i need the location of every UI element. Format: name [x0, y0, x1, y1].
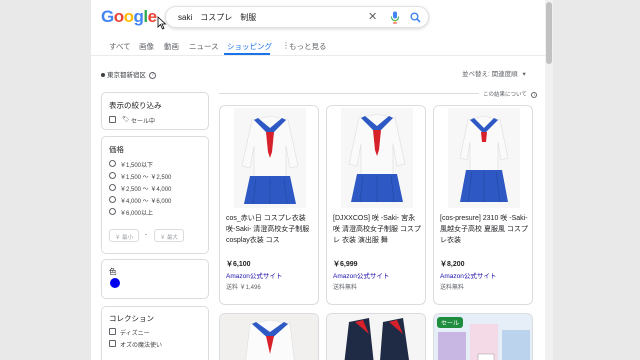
product-card[interactable]: [DJXXCOS] 咲 -Saki- 宮永 咲 清澄高校女子制服 コスプレ 衣装… [326, 105, 426, 305]
product-store[interactable]: Amazon公式サイト [440, 270, 496, 280]
product-image[interactable] [327, 106, 425, 210]
logo-letter: o [113, 7, 124, 26]
price-option[interactable]: ￥2,500 ～ ￥4,000 [120, 184, 171, 193]
collection-option[interactable]: ディズニー [120, 328, 150, 337]
search-tabs: すべて 画像 動画 ニュース ショッピング ⋮ もっと見る [91, 36, 553, 56]
price-max-input[interactable]: ￥ 最大 [154, 229, 184, 242]
product-card[interactable]: セール [433, 313, 533, 360]
collection-checkbox[interactable] [109, 328, 116, 335]
price-min-input[interactable]: ￥ 最小 [109, 229, 139, 242]
location-text: 東京都新宿区 [107, 72, 146, 79]
collection-option[interactable]: オズの魔法使い [120, 340, 162, 349]
filter-title-display: 表示の絞り込み [109, 101, 162, 110]
product-shipping: 送料無料 [333, 285, 358, 291]
logo-letter: e [147, 7, 157, 26]
price-option[interactable]: ￥1,500以下 [120, 160, 153, 169]
sort-dropdown[interactable]: 並べ替え: 関連度順 ▾ [462, 68, 526, 78]
product-card[interactable] [326, 313, 426, 360]
product-title[interactable]: [DJXXCOS] 咲 -Saki- 宮永 咲 清澄高校女子制服 コスプレ 衣装… [333, 213, 421, 246]
filter-title-price: 価格 [109, 145, 124, 154]
search-icon[interactable] [410, 12, 421, 23]
uniform-image [341, 108, 413, 208]
divider [219, 93, 479, 94]
location-label: 東京都新宿区? [101, 69, 156, 79]
info-icon[interactable]: ? [149, 71, 156, 79]
filter-panel-collection: コレクション ディズニー オズの魔法使い [101, 306, 209, 360]
price-radio[interactable] [109, 196, 116, 203]
tab-images[interactable]: 画像 [139, 41, 154, 52]
product-price: ￥6,999 [333, 261, 358, 268]
caret-down-icon: ▾ [522, 71, 526, 78]
product-card[interactable] [219, 313, 319, 360]
tab-shopping[interactable]: ショッピング [227, 41, 272, 52]
filter-title-collection: コレクション [109, 314, 154, 323]
info-icon: i [531, 91, 538, 98]
product-store[interactable]: Amazon公式サイト [226, 270, 282, 280]
product-card[interactable]: [cos-presure] 2310 咲 -Saki- 風越女子高校 夏服風 コ… [433, 105, 533, 305]
filter-panel-display: 表示の絞り込み 🏷 セール中 [101, 92, 209, 130]
microphone-icon[interactable] [390, 11, 400, 24]
tab-news[interactable]: ニュース [189, 41, 219, 52]
price-radio[interactable] [109, 184, 116, 191]
product-image[interactable] [220, 106, 318, 210]
product-image[interactable] [434, 106, 532, 210]
product-shipping: 送料 ￥1,496 [226, 285, 261, 291]
active-tab-indicator [224, 53, 270, 55]
logo-letter: o [123, 7, 134, 26]
price-radio[interactable] [109, 172, 116, 179]
sale-label: セール中 [131, 119, 156, 125]
price-option[interactable]: ￥1,500 ～ ￥2,500 [120, 172, 171, 181]
product-title[interactable]: cos_赤い日 コスプレ衣装 咲-Saki- 清澄高校女子制服 cosplay衣… [226, 213, 314, 246]
browser-viewport: Google saki コスプレ 制服 ✕ すべて 画像 動画 ニュース ショッ… [91, 0, 553, 360]
search-box[interactable]: saki コスプレ 制服 ✕ [165, 6, 429, 28]
logo-letter: G [101, 7, 114, 26]
uniform-image [448, 108, 520, 208]
product-image[interactable] [327, 314, 426, 360]
about-results-link[interactable]: この結果について i [483, 90, 538, 98]
sale-badge: セール [437, 317, 464, 328]
price-option[interactable]: ￥4,000 ～ ￥6,000 [120, 196, 171, 205]
collection-checkbox[interactable] [109, 340, 116, 347]
color-swatch-blue[interactable] [110, 278, 120, 288]
product-title[interactable]: [cos-presure] 2310 咲 -Saki- 風越女子高校 夏服風 コ… [440, 213, 528, 246]
logo-letter: g [133, 7, 144, 26]
clear-search-icon[interactable]: ✕ [368, 10, 377, 23]
product-shipping: 送料無料 [440, 285, 465, 291]
uniform-image [234, 108, 306, 208]
tab-all[interactable]: すべて [109, 41, 131, 52]
price-option[interactable]: ￥6,000以上 [120, 208, 153, 217]
tab-more[interactable]: もっと見る [289, 41, 327, 52]
tab-videos[interactable]: 動画 [164, 41, 179, 52]
product-store[interactable]: Amazon公式サイト [333, 270, 389, 280]
filter-panel-price: 価格 ￥1,500以下 ￥1,500 ～ ￥2,500 ￥2,500 ～ ￥4,… [101, 136, 209, 254]
product-card[interactable]: cos_赤い日 コスプレ衣装 咲-Saki- 清澄高校女子制服 cosplay衣… [219, 105, 319, 305]
price-radio[interactable] [109, 208, 116, 215]
product-price: ￥6,100 [226, 261, 251, 268]
tag-icon: 🏷 [122, 117, 130, 123]
scrollbar[interactable] [545, 0, 553, 360]
sale-checkbox[interactable] [109, 116, 116, 123]
scrollbar-thumb[interactable] [546, 2, 552, 64]
filter-title-color: 色 [109, 267, 117, 276]
product-image[interactable] [220, 314, 319, 360]
search-input[interactable]: saki コスプレ 制服 [178, 12, 256, 23]
google-logo[interactable]: Google [101, 7, 157, 27]
filter-panel-color: 色 [101, 259, 209, 299]
product-price: ￥8,200 [440, 261, 465, 268]
range-separator: - [145, 232, 147, 238]
price-radio[interactable] [109, 160, 116, 167]
location-dot-icon [101, 73, 105, 78]
sort-label: 並べ替え: 関連度順 [462, 71, 518, 78]
about-results-text: この結果について [483, 92, 527, 98]
